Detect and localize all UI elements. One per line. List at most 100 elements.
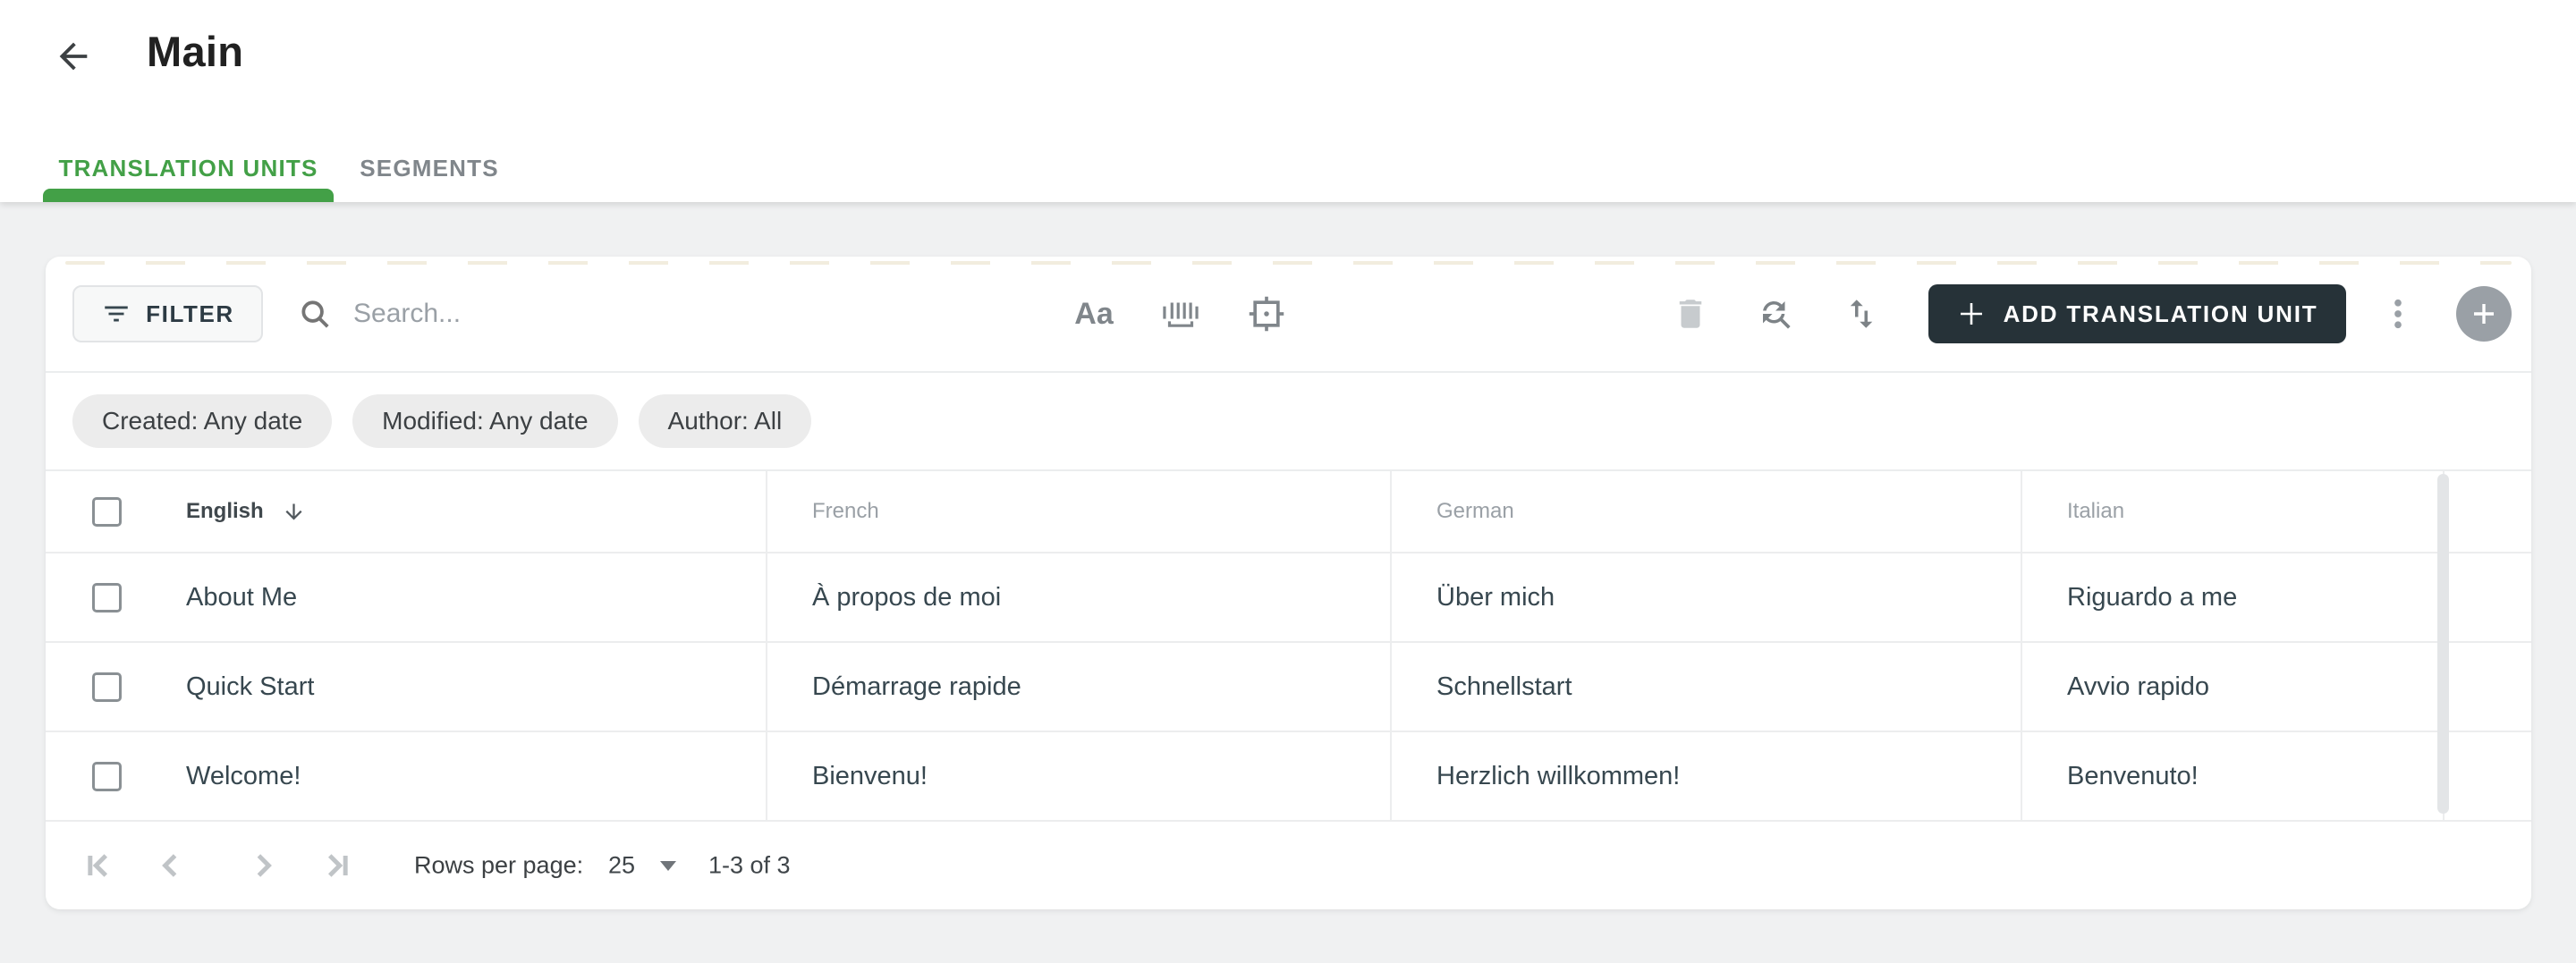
column-header-french: French bbox=[812, 499, 879, 523]
cell-text: Über mich bbox=[1436, 582, 1555, 612]
cell-german: Über mich bbox=[1392, 553, 2022, 643]
first-page-icon bbox=[79, 846, 118, 885]
delete-button[interactable] bbox=[1664, 287, 1717, 341]
sort-icon bbox=[1843, 295, 1880, 333]
cell-italian: Avvio rapido bbox=[2022, 643, 2445, 732]
cell-text: Schnellstart bbox=[1436, 672, 1572, 701]
cell-german: Herzlich willkommen! bbox=[1392, 732, 2022, 822]
cell-text: Herzlich willkommen! bbox=[1436, 761, 1681, 790]
rows-per-page-label: Rows per page: bbox=[414, 851, 584, 879]
header-cell-english[interactable]: English bbox=[46, 471, 767, 553]
cell-text: Démarrage rapide bbox=[812, 672, 1021, 701]
whole-word-icon bbox=[1158, 296, 1203, 332]
search-icon bbox=[298, 297, 332, 331]
chip-modified[interactable]: Modified: Any date bbox=[352, 394, 618, 448]
selection-frame-icon bbox=[1247, 294, 1286, 334]
translation-units-table: English French German Italian About Me À… bbox=[46, 471, 2531, 822]
cell-english: About Me bbox=[46, 553, 767, 643]
plus-icon bbox=[1957, 300, 1986, 328]
header-cell-german[interactable]: German bbox=[1392, 471, 2022, 553]
sort-button[interactable] bbox=[1835, 287, 1888, 341]
back-button[interactable] bbox=[50, 33, 97, 80]
more-options-button[interactable] bbox=[2377, 287, 2419, 341]
tab-label: SEGMENTS bbox=[360, 154, 499, 182]
row-checkbox[interactable] bbox=[92, 761, 122, 791]
last-page-button[interactable] bbox=[318, 846, 357, 885]
tab-segments[interactable]: SEGMENTS bbox=[334, 134, 525, 202]
first-page-button[interactable] bbox=[79, 846, 118, 885]
chip-label: Modified: Any date bbox=[382, 407, 589, 435]
cell-english: Welcome! bbox=[46, 732, 767, 822]
tab-translation-units[interactable]: TRANSLATION UNITS bbox=[43, 134, 334, 202]
sort-desc-icon bbox=[282, 500, 306, 524]
active-tab-indicator bbox=[43, 189, 334, 202]
header-cell-french[interactable]: French bbox=[767, 471, 1392, 553]
match-case-button[interactable]: Aa bbox=[1067, 287, 1121, 341]
last-page-icon bbox=[318, 846, 357, 885]
cell-text: Bienvenu! bbox=[812, 761, 928, 790]
table-row[interactable]: Welcome! Bienvenu! Herzlich willkommen! … bbox=[46, 732, 2531, 822]
tab-bar: TRANSLATION UNITS SEGMENTS bbox=[43, 134, 525, 202]
page-header: Main TRANSLATION UNITS SEGMENTS bbox=[0, 0, 2576, 202]
match-case-icon: Aa bbox=[1074, 296, 1114, 331]
cell-text: Benvenuto! bbox=[2067, 761, 2199, 790]
pagination-bar: Rows per page: 25 1-3 of 3 bbox=[46, 822, 2531, 909]
chip-label: Author: All bbox=[667, 407, 783, 435]
table-row[interactable]: About Me À propos de moi Über mich Rigua… bbox=[46, 553, 2531, 643]
translation-units-card: FILTER Aa bbox=[46, 257, 2531, 909]
find-replace-button[interactable] bbox=[1749, 287, 1802, 341]
chip-created[interactable]: Created: Any date bbox=[72, 394, 333, 448]
column-header-german: German bbox=[1436, 499, 1514, 523]
rows-per-page-value[interactable]: 25 bbox=[608, 852, 635, 880]
selection-frame-button[interactable] bbox=[1240, 287, 1293, 341]
cell-italian: Benvenuto! bbox=[2022, 732, 2445, 822]
vertical-scrollbar-thumb[interactable] bbox=[2437, 474, 2449, 814]
kebab-icon bbox=[2379, 295, 2417, 333]
rows-per-page-caret-icon[interactable] bbox=[660, 861, 676, 871]
select-all-checkbox[interactable] bbox=[92, 496, 122, 527]
cell-french: À propos de moi bbox=[767, 553, 1392, 643]
table-toolbar: FILTER Aa bbox=[46, 257, 2531, 373]
search-input[interactable] bbox=[352, 298, 978, 330]
table-header-row: English French German Italian bbox=[46, 471, 2531, 553]
chevron-right-icon bbox=[243, 846, 283, 885]
cell-text: About Me bbox=[186, 582, 298, 612]
search-box bbox=[298, 285, 1031, 342]
column-header-english[interactable]: English bbox=[186, 499, 264, 524]
next-page-button[interactable] bbox=[243, 846, 283, 885]
cell-spacer bbox=[2445, 553, 2531, 643]
cell-french: Démarrage rapide bbox=[767, 643, 1392, 732]
add-fab-button[interactable] bbox=[2456, 286, 2512, 342]
cell-french: Bienvenu! bbox=[767, 732, 1392, 822]
pagination-range: 1-3 of 3 bbox=[708, 851, 791, 879]
add-button-label: ADD TRANSLATION UNIT bbox=[2003, 300, 2318, 327]
filter-icon bbox=[101, 299, 131, 329]
cell-text: Welcome! bbox=[186, 761, 301, 790]
trash-icon bbox=[1672, 295, 1709, 333]
filter-button[interactable]: FILTER bbox=[72, 285, 263, 342]
chip-label: Created: Any date bbox=[102, 407, 303, 435]
cell-text: Avvio rapido bbox=[2067, 672, 2210, 701]
cell-spacer bbox=[2445, 732, 2531, 822]
cell-text: À propos de moi bbox=[812, 582, 1002, 612]
filter-button-label: FILTER bbox=[146, 300, 234, 327]
header-cell-spacer bbox=[2445, 471, 2531, 553]
cell-text: Riguardo a me bbox=[2067, 582, 2238, 612]
filter-chips-row: Created: Any date Modified: Any date Aut… bbox=[46, 373, 2531, 471]
find-replace-icon bbox=[1757, 295, 1794, 333]
cell-english: Quick Start bbox=[46, 643, 767, 732]
whole-word-button[interactable] bbox=[1154, 287, 1208, 341]
arrow-back-icon bbox=[53, 36, 94, 77]
row-checkbox[interactable] bbox=[92, 672, 122, 702]
chip-author[interactable]: Author: All bbox=[638, 394, 812, 448]
cell-spacer bbox=[2445, 643, 2531, 732]
add-translation-unit-button[interactable]: ADD TRANSLATION UNIT bbox=[1928, 284, 2346, 343]
tab-label: TRANSLATION UNITS bbox=[58, 154, 318, 182]
previous-page-button[interactable] bbox=[151, 846, 191, 885]
row-checkbox[interactable] bbox=[92, 582, 122, 612]
header-cell-italian[interactable]: Italian bbox=[2022, 471, 2445, 553]
cell-italian: Riguardo a me bbox=[2022, 553, 2445, 643]
table-row[interactable]: Quick Start Démarrage rapide Schnellstar… bbox=[46, 643, 2531, 732]
cell-text: Quick Start bbox=[186, 672, 315, 701]
page-title: Main bbox=[147, 28, 244, 75]
